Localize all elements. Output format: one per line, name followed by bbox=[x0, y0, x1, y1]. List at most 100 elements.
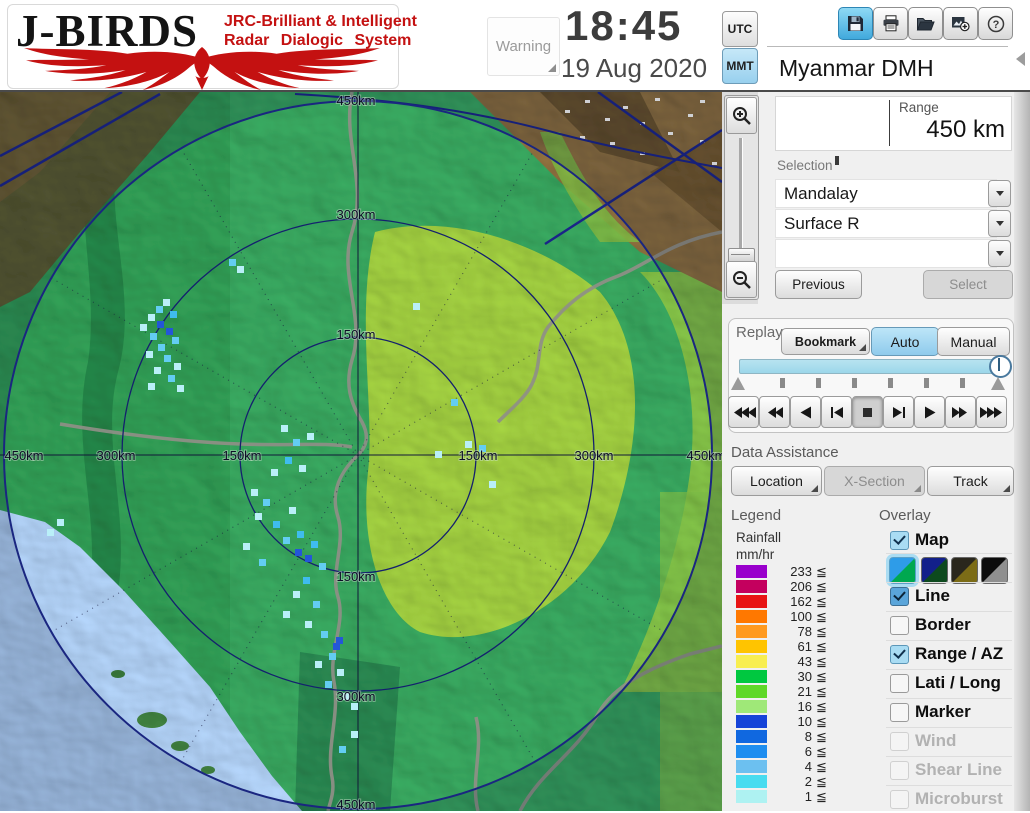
divider bbox=[886, 640, 1012, 641]
legend-le-symbol: ≦ bbox=[816, 684, 827, 699]
xsection-button[interactable]: X-Section bbox=[824, 466, 925, 496]
zoom-in-button[interactable] bbox=[726, 97, 757, 134]
bookmark-button-label: Bookmark bbox=[794, 334, 857, 349]
legend-value: 1 bbox=[804, 789, 812, 804]
legend-value: 21 bbox=[797, 684, 812, 699]
zoom-slider-track[interactable] bbox=[739, 138, 743, 248]
timeline-tick bbox=[780, 378, 785, 388]
marker-checkbox[interactable] bbox=[890, 703, 909, 722]
check-icon bbox=[893, 646, 906, 659]
selection-label: Selection bbox=[777, 158, 833, 173]
legend-le-symbol: ≦ bbox=[816, 579, 827, 594]
add-image-button[interactable] bbox=[943, 7, 978, 40]
ring-label-west-450: 450km bbox=[4, 448, 43, 463]
track-button[interactable]: Track bbox=[927, 466, 1014, 496]
map-checkbox[interactable] bbox=[890, 531, 909, 550]
utc-toggle-button[interactable]: UTC bbox=[722, 11, 758, 47]
save-button[interactable] bbox=[838, 7, 873, 40]
line-checkbox[interactable] bbox=[890, 587, 909, 606]
header-bar: J-BIRDS JRC-Brilliant & Intelligent Rada… bbox=[0, 0, 1030, 92]
fast-forward-button[interactable] bbox=[945, 396, 976, 428]
border-checkbox[interactable] bbox=[890, 616, 909, 635]
map-style-swatch-3[interactable] bbox=[951, 557, 978, 584]
step-backward-button[interactable] bbox=[821, 396, 852, 428]
timeline-tick bbox=[960, 378, 965, 388]
wind-checkbox[interactable] bbox=[890, 732, 909, 751]
timeline-tick bbox=[852, 378, 857, 388]
step-forward-button[interactable] bbox=[883, 396, 914, 428]
product-dropdown[interactable]: Surface R bbox=[775, 209, 997, 238]
legend-swatch bbox=[736, 565, 767, 578]
select-button-label: Select bbox=[949, 277, 987, 292]
fastest-rewind-button[interactable] bbox=[728, 396, 759, 428]
legend-value: 100 bbox=[790, 609, 812, 624]
legend-row: 16 ≦ bbox=[736, 699, 866, 714]
legend-row: 78 ≦ bbox=[736, 624, 866, 639]
help-button[interactable]: ? bbox=[978, 7, 1013, 40]
overlay-item-label: Border bbox=[915, 615, 971, 634]
add-image-icon bbox=[952, 17, 970, 32]
overlay-row-shear-line: Shear Line bbox=[888, 760, 1012, 784]
option-dropdown[interactable] bbox=[775, 239, 997, 268]
eagle-icon bbox=[24, 47, 380, 91]
timeline-tick bbox=[924, 378, 929, 388]
legend-le-symbol: ≦ bbox=[816, 714, 827, 729]
range-value: 450 km bbox=[926, 116, 1005, 143]
fastest-rewind-icon bbox=[733, 406, 756, 418]
fastest-forward-button[interactable] bbox=[976, 396, 1007, 428]
site-dropdown[interactable]: Mandalay bbox=[775, 179, 997, 208]
stop-button[interactable] bbox=[852, 396, 883, 428]
save-icon bbox=[847, 16, 863, 31]
legend-swatch bbox=[736, 640, 767, 653]
overlay-row-border: Border bbox=[888, 615, 1012, 639]
help-icon: ? bbox=[987, 15, 1004, 32]
legend-row: 233 ≦ bbox=[736, 564, 866, 579]
select-button[interactable]: Select bbox=[923, 270, 1013, 299]
replay-manual-button[interactable]: Manual bbox=[937, 327, 1010, 356]
bookmark-button[interactable]: Bookmark bbox=[781, 328, 870, 355]
legend-swatch bbox=[736, 745, 767, 758]
play-button[interactable] bbox=[914, 396, 945, 428]
microburst-checkbox[interactable] bbox=[890, 790, 909, 809]
zoom-out-button[interactable] bbox=[726, 261, 757, 298]
range-az-checkbox[interactable] bbox=[890, 645, 909, 664]
replay-timeline-handle[interactable] bbox=[989, 355, 1012, 378]
radar-map[interactable]: 450km 300km 150km 150km 300km 450km 450k… bbox=[0, 92, 722, 811]
timeline-start-marker bbox=[731, 377, 745, 390]
location-button[interactable]: Location bbox=[731, 466, 822, 496]
clock-date: 19 Aug 2020 bbox=[561, 53, 708, 83]
map-style-swatch-1[interactable] bbox=[889, 557, 916, 584]
lati-long-checkbox[interactable] bbox=[890, 674, 909, 693]
ring-label-east-450: 450km bbox=[686, 448, 722, 463]
overlay-row-line: Line bbox=[888, 586, 1012, 610]
legend-swatch bbox=[736, 595, 767, 608]
map-style-swatch-4[interactable] bbox=[981, 557, 1008, 584]
option-dropdown-button[interactable] bbox=[988, 240, 1011, 267]
mmt-toggle-button[interactable]: MMT bbox=[722, 48, 758, 84]
product-dropdown-button[interactable] bbox=[988, 210, 1011, 237]
replay-auto-button[interactable]: Auto bbox=[871, 327, 939, 356]
legend-row: 61 ≦ bbox=[736, 639, 866, 654]
fast-rewind-icon bbox=[768, 406, 783, 418]
play-backward-button[interactable] bbox=[790, 396, 821, 428]
ring-label-south-450: 450km bbox=[336, 797, 375, 811]
shear-line-checkbox[interactable] bbox=[890, 761, 909, 780]
print-button[interactable] bbox=[873, 7, 908, 40]
replay-timeline-track[interactable] bbox=[739, 359, 1003, 374]
legend-value: 78 bbox=[797, 624, 812, 639]
warning-button[interactable]: Warning bbox=[487, 17, 560, 76]
previous-button[interactable]: Previous bbox=[775, 270, 862, 299]
ring-label-east-300: 300km bbox=[574, 448, 613, 463]
timeline-tick bbox=[888, 378, 893, 388]
map-style-swatch-2[interactable] bbox=[921, 557, 948, 584]
fast-rewind-button[interactable] bbox=[759, 396, 790, 428]
ring-label-north-450: 450km bbox=[336, 93, 375, 108]
legend-row: 8 ≦ bbox=[736, 729, 866, 744]
legend-row: 6 ≦ bbox=[736, 744, 866, 759]
open-folder-button[interactable] bbox=[908, 7, 943, 40]
overlay-row-marker: Marker bbox=[888, 702, 1012, 726]
replay-label: Replay bbox=[736, 324, 783, 341]
site-dropdown-button[interactable] bbox=[988, 180, 1011, 207]
panel-collapse-arrow[interactable] bbox=[1016, 52, 1025, 66]
logo-tagline-line1: JRC-Brilliant & Intelligent bbox=[224, 13, 417, 30]
